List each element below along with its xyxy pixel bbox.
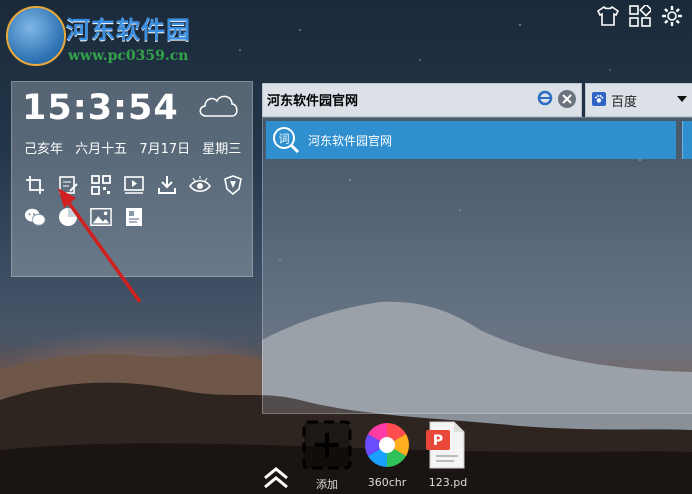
- apps-grid-icon[interactable]: [628, 4, 652, 28]
- clock-time: 15:3:54: [22, 88, 179, 128]
- tool-row-1: [24, 174, 244, 196]
- search-bar: [262, 83, 582, 117]
- clear-icon[interactable]: [557, 89, 577, 113]
- weekday: 星期三: [202, 142, 242, 157]
- add-icon: [302, 420, 352, 470]
- top-right-toolbar: [596, 4, 684, 28]
- search-input[interactable]: [267, 88, 529, 110]
- chevron-up-icon[interactable]: [262, 466, 290, 490]
- tshirt-icon[interactable]: [596, 4, 620, 28]
- book-icon[interactable]: [123, 206, 145, 228]
- svg-text:P: P: [433, 433, 443, 449]
- eye-icon[interactable]: [189, 174, 211, 196]
- clock-date: 己亥年 六月十五 7月17日 星期三: [24, 138, 241, 157]
- suggestion-text: 河东软件园官网: [308, 134, 393, 148]
- dock-label-360: 360chr: [367, 476, 407, 489]
- wechat-icon[interactable]: [24, 206, 46, 228]
- image-icon[interactable]: [90, 206, 112, 228]
- video-icon[interactable]: [123, 174, 145, 196]
- tool-row-2: [24, 206, 145, 228]
- suggestion-scrollbar[interactable]: [682, 121, 692, 159]
- pdf-file-icon: P: [426, 421, 465, 469]
- lunar-year: 己亥年: [24, 142, 64, 157]
- ie-icon[interactable]: [537, 90, 553, 110]
- svg-text:词: 词: [279, 133, 290, 146]
- logo-url: www.pc0359.cn: [68, 48, 189, 64]
- logo-badge-icon: [6, 6, 66, 66]
- gear-icon[interactable]: [660, 4, 684, 28]
- dock-label-pdf: 123.pd: [428, 476, 468, 489]
- solar-date: 7月17日: [139, 142, 191, 157]
- pdf-file-shortcut[interactable]: P: [424, 420, 474, 470]
- 360-browser-icon: [365, 423, 409, 467]
- baidu-paw-icon: [592, 92, 606, 106]
- shield-icon[interactable]: [222, 174, 244, 196]
- note-edit-icon[interactable]: [57, 174, 79, 196]
- crop-icon[interactable]: [24, 174, 46, 196]
- clock-widget: 15:3:54 己亥年 六月十五 7月17日 星期三: [11, 81, 253, 277]
- search-suggestions-panel: 词 河东软件园官网: [262, 117, 692, 414]
- lunar-day: 六月十五: [75, 142, 128, 157]
- cloud-icon[interactable]: [196, 92, 240, 122]
- dictionary-icon: 词: [273, 127, 300, 154]
- site-logo: 河东软件园 www.pc0359.cn: [4, 4, 234, 70]
- color-circle-icon[interactable]: [57, 206, 79, 228]
- logo-title: 河东软件园: [66, 15, 191, 44]
- 360-browser-shortcut[interactable]: [362, 420, 412, 470]
- qr-code-icon[interactable]: [90, 174, 112, 196]
- add-shortcut-button[interactable]: [302, 420, 352, 470]
- suggestion-item[interactable]: 词 河东软件园官网: [266, 121, 676, 159]
- dock-label-add: 添加: [316, 478, 338, 491]
- search-engine-select[interactable]: 百度: [585, 83, 692, 117]
- search-engine-label: 百度: [611, 95, 638, 110]
- download-icon[interactable]: [156, 174, 178, 196]
- dropdown-arrow-icon[interactable]: [677, 96, 687, 102]
